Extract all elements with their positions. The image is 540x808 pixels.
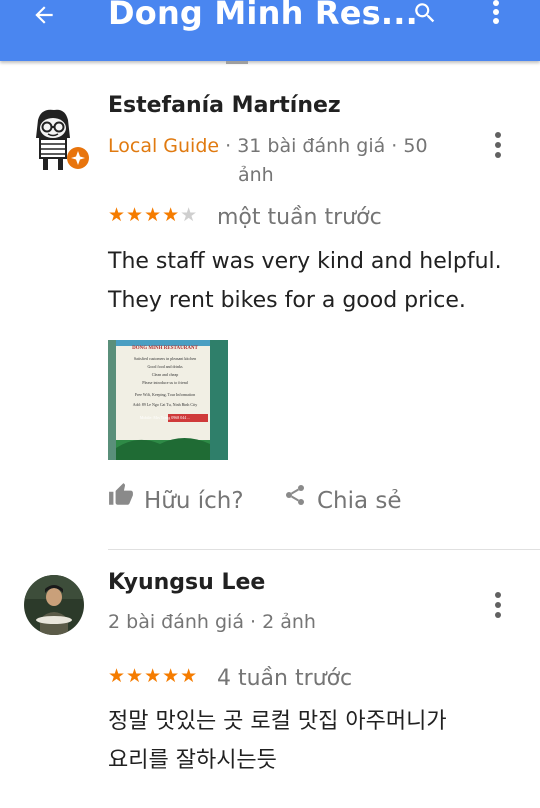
search-button[interactable]: [410, 0, 444, 26]
review-time: một tuần trước: [217, 205, 382, 230]
sign-line: Please introduce us to friend: [142, 380, 188, 385]
helpful-button[interactable]: Hữu ích?: [144, 488, 244, 514]
avatar[interactable]: [24, 106, 92, 174]
photo-count: ảnh: [238, 164, 274, 186]
more-options-button[interactable]: [486, 0, 506, 26]
review-time: 4 tuần trước: [217, 666, 353, 691]
reviewer-meta: 2 bài đánh giá · 2 ảnh: [108, 611, 316, 633]
more-vert-icon: [495, 132, 501, 158]
more-vert-icon: [495, 592, 501, 618]
review-text-line: The staff was very kind and helpful.: [108, 249, 502, 274]
review-photo[interactable]: DONG MINH RESTAURANT Satisfied customers…: [108, 340, 228, 460]
sign-line: Free Wifi, Keeping, Tour Information: [134, 392, 196, 397]
reviewer-name[interactable]: Estefanía Martínez: [108, 93, 341, 118]
review-text: 정말 맛있는 곳 로컬 맛집 아주머니가 요리를 잘하시는듯: [108, 702, 528, 780]
share-icon[interactable]: [283, 482, 307, 512]
review-more-button[interactable]: [489, 591, 507, 619]
star-rating: ★★★★★: [108, 204, 198, 226]
review-text-line: They rent bikes for a good price.: [108, 288, 466, 313]
empty-star: ★: [180, 204, 199, 226]
arrow-back-icon: [35, 6, 53, 24]
thumb-up-icon[interactable]: [107, 482, 135, 512]
sign-line: Add: 89 Le Ngo Cat Tu, Ninh Binh City: [132, 402, 198, 407]
reviewer-name[interactable]: Kyungsu Lee: [108, 570, 265, 595]
sign-line: Satisfied customers in pleasant kitchen: [133, 356, 197, 361]
filled-stars: ★★★★: [108, 204, 181, 226]
review-text-line: 정말 맛있는 곳 로컬 맛집 아주머니가: [108, 709, 447, 734]
local-guide-label: Local Guide: [108, 135, 220, 157]
review-divider: [108, 549, 540, 550]
filled-stars: ★★★★★: [108, 665, 199, 687]
review-text: The staff was very kind and helpful. The…: [108, 242, 528, 320]
sign-line: Clean and cheap: [151, 372, 179, 377]
scroll-remnant: [226, 61, 248, 64]
search-icon: [415, 3, 435, 23]
reviewer-meta: Local Guide · 31 bài đánh giá · 50: [108, 132, 468, 160]
avatar-illustration: [36, 109, 89, 170]
share-button[interactable]: Chia sẻ: [317, 488, 402, 514]
more-vert-icon: [493, 0, 499, 24]
avatar[interactable]: [24, 575, 84, 635]
star-rating: ★★★★★: [108, 665, 198, 687]
review-count: · 31 bài đánh giá · 50: [219, 135, 428, 157]
place-title: Dong Minh Res...: [108, 0, 418, 32]
review-text-line: 요리를 잘하시는듯: [108, 748, 277, 773]
review-more-button[interactable]: [489, 131, 507, 159]
back-button[interactable]: [24, 0, 64, 30]
app-bar: Dong Minh Res...: [0, 0, 540, 61]
avatar-photo: [24, 575, 84, 635]
sign-phone: Mobile: Mrs Trang 0968 044 ...: [139, 415, 191, 420]
sign-line: Good food and drinks: [147, 364, 183, 369]
sign-heading: DONG MINH RESTAURANT: [132, 346, 198, 351]
